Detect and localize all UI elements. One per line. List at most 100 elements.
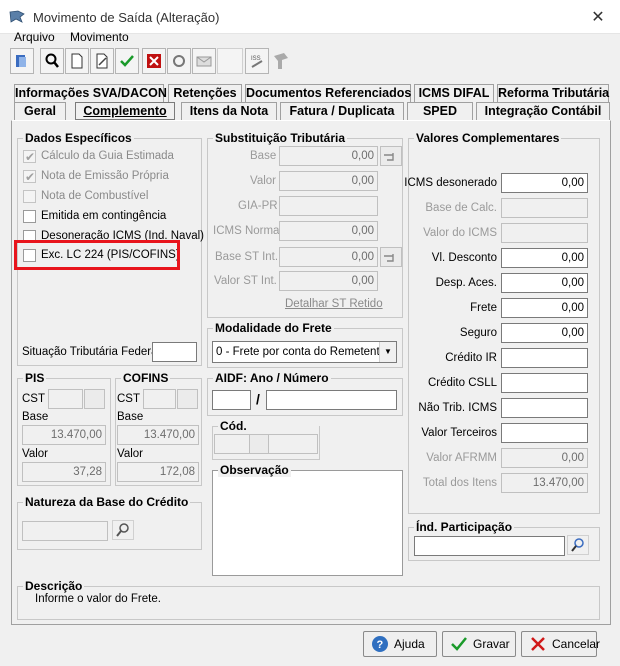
valores-row-label: Seguro [459,327,497,339]
st-valor-input[interactable]: 0,00 [279,171,378,191]
situacao-tributaria-input[interactable] [152,342,197,362]
gravar-button[interactable]: Gravar [442,631,516,657]
search-button[interactable] [40,48,64,74]
tab-fatura-duplicata[interactable]: Fatura / Duplicata [280,102,404,120]
valores-row-input[interactable] [501,398,588,418]
cod-embarcacao-desc-input[interactable] [268,434,318,454]
new-document-button[interactable] [65,48,89,74]
base-st-int-input[interactable]: 0,00 [279,247,378,267]
valores-row-input[interactable] [501,373,588,393]
check-icon: ✔ [25,150,36,164]
valores-row-label: Crédito CSLL [427,377,497,389]
menu-arquivo[interactable]: Arquivo [14,30,55,44]
valor-st-int-input[interactable]: 0,00 [279,271,378,291]
pis-title: PIS [23,371,47,385]
valores-row-input[interactable]: 0,00 [501,448,588,468]
aidf-numero-input[interactable] [266,390,397,410]
exit-icon [16,55,26,67]
exit-button[interactable] [10,48,34,74]
mail-button[interactable] [192,48,216,74]
valores-row-label: Valor AFRMM [426,452,497,464]
observacao-title: Observação [218,463,291,477]
natureza-search-button[interactable] [112,520,134,540]
ind-participacao-search-button[interactable] [567,535,589,555]
valores-row-input[interactable]: 0,00 [501,323,588,343]
iss-button[interactable]: ISS [245,48,269,74]
hand-pointer-icon [384,153,394,161]
cofins-base-label: Base [117,411,144,423]
cofins-base-input[interactable]: 13.470,00 [117,425,199,445]
aidf-ano-input[interactable] [212,390,251,410]
tab-documentos-referenciados[interactable]: Documentos Referenciados [245,84,411,102]
valores-row-input[interactable] [501,423,588,443]
close-icon [531,637,545,651]
menu-movimento[interactable]: Movimento [70,30,129,44]
natureza-base-title: Natureza da Base do Crédito [23,495,191,509]
search-icon [116,523,129,537]
modalidade-frete-select[interactable]: 0 - Frete por conta do Remetente ▼ [212,341,397,363]
confirm-button[interactable] [115,48,139,74]
close-icon[interactable]: ✕ [583,8,613,28]
cancel-toolbar-button[interactable] [142,48,166,74]
detalhar-st-retido-link[interactable]: Detalhar ST Retido [285,298,383,310]
blank-button[interactable] [217,48,243,74]
tab-itens-da-nota[interactable]: Itens da Nota [181,102,277,120]
modalidade-frete-value: 0 - Frete por conta do Remetente [216,346,387,358]
valores-row-input[interactable]: 0,00 [501,248,588,268]
valores-row-input[interactable]: 0,00 [501,273,588,293]
tab-reforma-tributaria[interactable]: Reforma Tributária [497,84,609,102]
tab-geral[interactable]: Geral [14,102,66,120]
cofins-cst-input[interactable] [143,389,176,409]
valores-row-input[interactable] [501,198,588,218]
valores-row-input[interactable] [501,223,588,243]
pis-cst-input[interactable] [48,389,83,409]
cod-embarcacao-button[interactable] [249,434,269,454]
edit-button[interactable] [90,48,114,74]
valores-row-input[interactable] [501,348,588,368]
title-bar: Movimento de Saída (Alteração) ✕ [0,0,620,34]
tab-sva-dacon[interactable]: Informações SVA/DACON [14,84,167,102]
pis-valor-label: Valor [22,448,48,460]
situacao-tributaria-label: Situação Tributária Federal [22,346,161,358]
document-icon [71,53,83,69]
base-st-int-label: Base ST Int. [215,251,279,263]
icms-normal-input[interactable]: 0,00 [279,221,378,241]
cofins-cst-button[interactable] [177,389,198,409]
cancelar-button[interactable]: Cancelar [521,631,600,657]
help-icon: ? [372,636,388,652]
cod-embarcacao-code-input[interactable] [214,434,250,454]
iss-icon: ISS [251,56,263,68]
svg-text:?: ? [377,639,384,651]
st-base-input[interactable]: 0,00 [279,146,378,166]
check-icon [451,637,467,651]
natureza-base-input[interactable] [22,521,108,541]
valores-row-input[interactable]: 0,00 [501,298,588,318]
aidf-separator: / [256,391,260,407]
refresh-button[interactable] [167,48,191,74]
tab-integracao-contabil[interactable]: Integração Contábil [476,102,610,120]
valores-row-label: Total dos Itens [422,477,497,489]
gia-pr-input[interactable] [279,196,378,216]
tab-retencoes[interactable]: Retenções [168,84,242,102]
pis-cst-button[interactable] [84,389,105,409]
pis-base-input[interactable]: 13.470,00 [22,425,106,445]
tab-complemento[interactable]: Complemento [75,102,175,120]
cofins-valor-input[interactable]: 172,08 [117,462,199,482]
base-st-int-button[interactable] [380,247,402,267]
aidf-title: AIDF: Ano / Número [213,371,331,385]
modalidade-frete-title: Modalidade do Frete [213,321,334,335]
valores-row-input[interactable]: 0,00 [501,173,588,193]
search-icon [45,53,59,68]
pis-valor-input[interactable]: 37,28 [22,462,106,482]
window-title: Movimento de Saída (Alteração) [33,10,220,25]
observacao-textarea[interactable]: Observação [212,463,403,576]
valores-row-input[interactable]: 13.470,00 [501,473,588,493]
ind-participacao-input[interactable] [414,536,565,556]
tab-sped[interactable]: SPED [407,102,473,120]
pis-base-label: Base [22,411,49,423]
valores-row-label: Desp. Aces. [435,277,497,289]
chevron-down-icon[interactable]: ▼ [379,342,396,362]
tab-icms-difal[interactable]: ICMS DIFAL [414,84,494,102]
st-base-button[interactable] [380,146,402,166]
ajuda-button[interactable]: ? Ajuda [363,631,437,657]
